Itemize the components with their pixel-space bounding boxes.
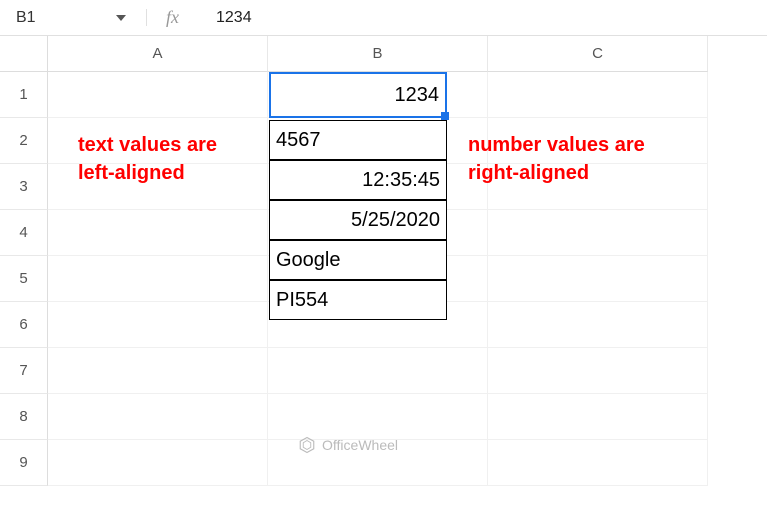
column-header[interactable]: C (488, 36, 708, 72)
cell-b2[interactable]: 4567 (269, 120, 447, 160)
row-headers: 1 2 3 4 5 6 7 8 9 (0, 36, 48, 513)
column-headers: A B C (48, 36, 767, 72)
grid[interactable]: A B C 1234 4567 (48, 36, 767, 513)
row-header[interactable]: 3 (0, 164, 48, 210)
cell-b6[interactable]: PI554 (269, 280, 447, 320)
cell-b3[interactable]: 12:35:45 (269, 160, 447, 200)
row-header[interactable]: 9 (0, 440, 48, 486)
formula-input[interactable]: 1234 (196, 9, 252, 27)
cell-value: 1234 (395, 84, 440, 107)
row-header[interactable]: 7 (0, 348, 48, 394)
row-header[interactable]: 2 (0, 118, 48, 164)
spreadsheet: 1 2 3 4 5 6 7 8 9 A B C 1234 (0, 36, 767, 513)
formula-bar: B1 fx 1234 (0, 0, 767, 36)
cell-b4[interactable]: 5/25/2020 (269, 200, 447, 240)
cell-value: 12:35:45 (362, 169, 440, 192)
column-header[interactable]: A (48, 36, 268, 72)
fx-label: fx (136, 7, 196, 28)
name-box-text: B1 (16, 9, 110, 27)
name-box[interactable]: B1 (16, 9, 136, 27)
cell-b1[interactable]: 1234 (269, 72, 447, 118)
chevron-down-icon[interactable] (116, 15, 126, 21)
cell-b5[interactable]: Google (269, 240, 447, 280)
select-all-corner[interactable] (0, 36, 48, 72)
column-header[interactable]: B (268, 36, 488, 72)
cell-value: Google (276, 249, 341, 272)
row-header[interactable]: 8 (0, 394, 48, 440)
row-header[interactable]: 5 (0, 256, 48, 302)
row-header[interactable]: 4 (0, 210, 48, 256)
row-header[interactable]: 6 (0, 302, 48, 348)
row-header[interactable]: 1 (0, 72, 48, 118)
cell-value: 4567 (276, 129, 321, 152)
cell-value: 5/25/2020 (351, 209, 440, 232)
fill-handle[interactable] (441, 112, 449, 120)
cell-value: PI554 (276, 289, 328, 312)
